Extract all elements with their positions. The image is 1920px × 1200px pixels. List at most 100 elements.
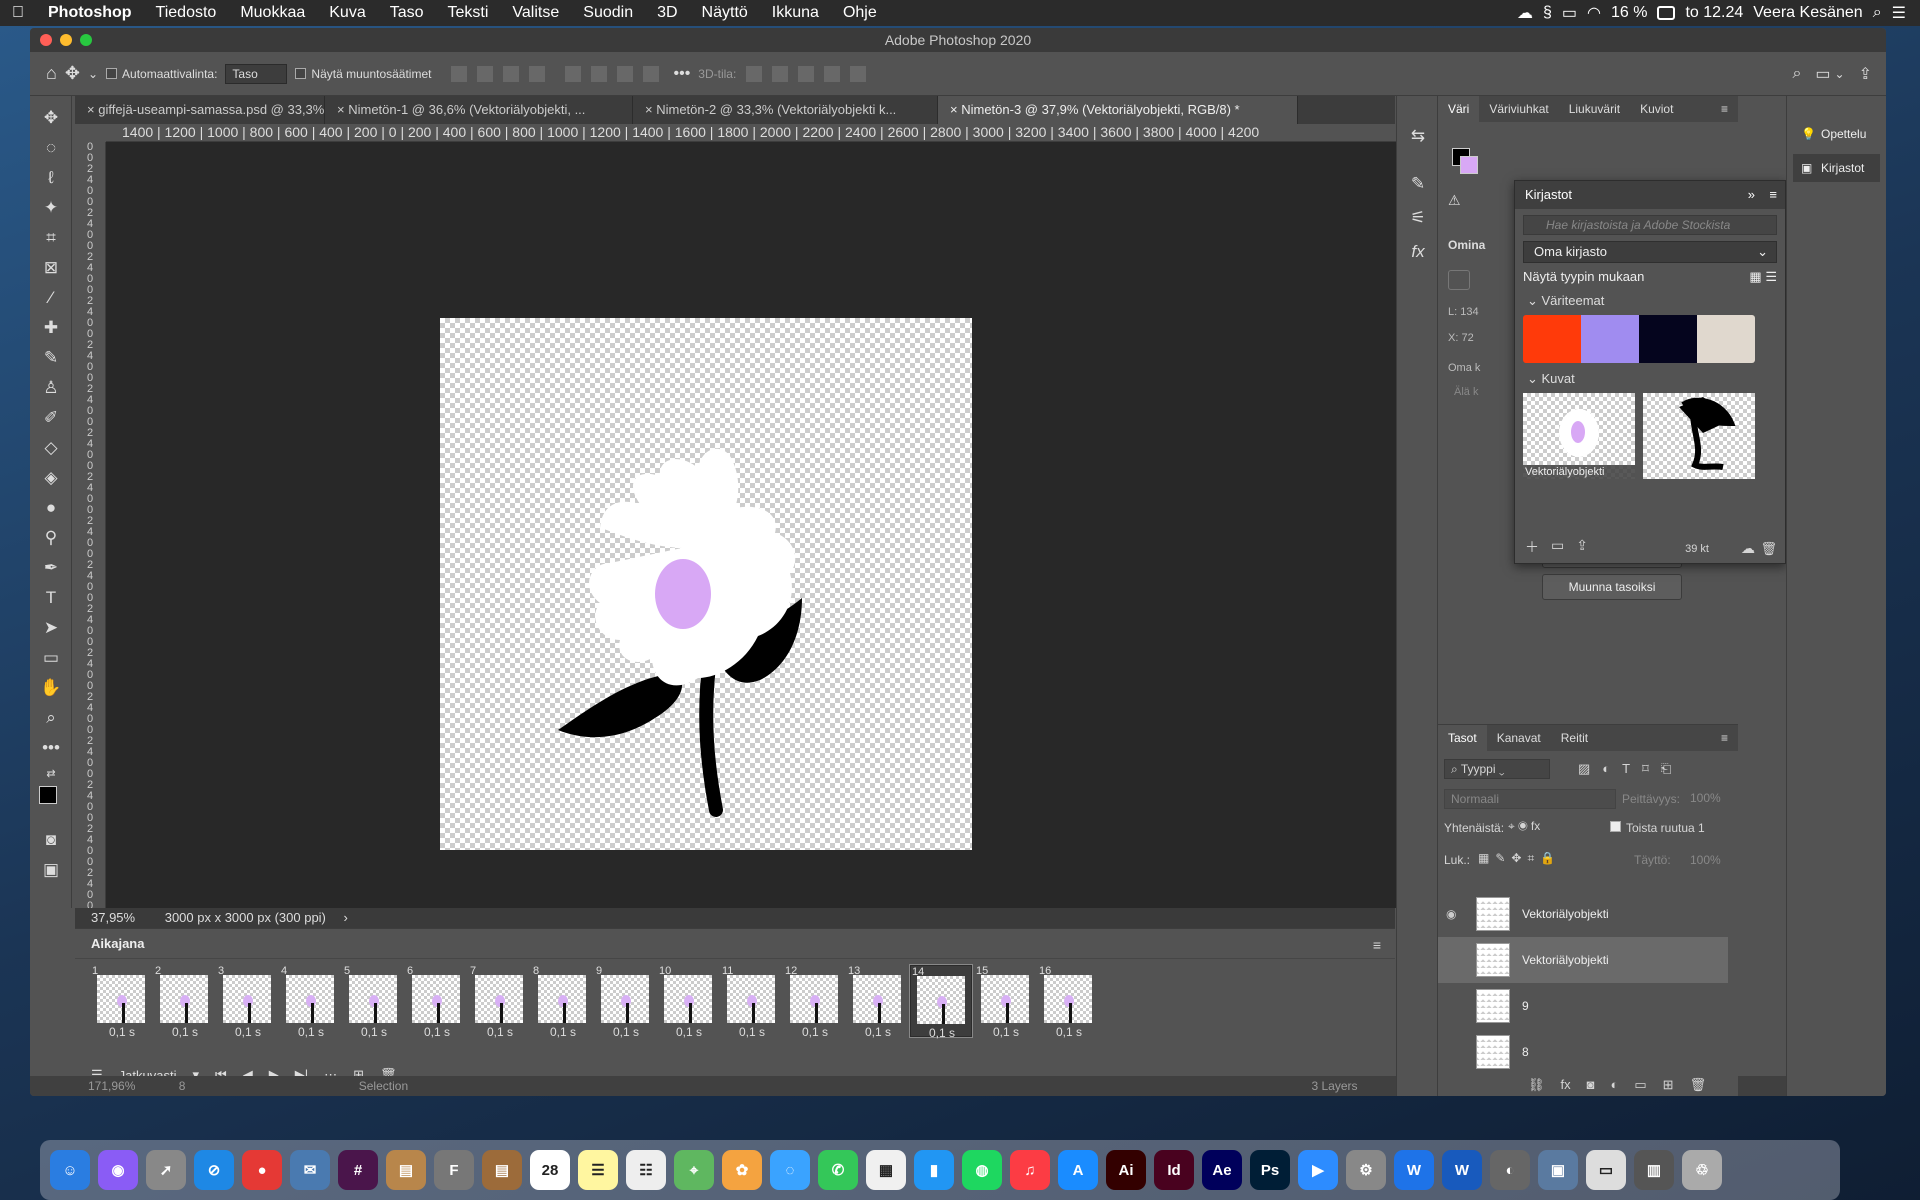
tab-document-4[interactable]: × Nimetön-3 @ 37,9% (Vektoriälyobjekti, … bbox=[938, 96, 1298, 124]
tab-kanavat[interactable]: Kanavat bbox=[1487, 725, 1551, 751]
history-icon[interactable]: ⇆ bbox=[1404, 122, 1432, 150]
layer-name[interactable]: 8 bbox=[1522, 1045, 1529, 1059]
layer-filter-dropdown[interactable]: ⌕ Tyyppi ⌄ bbox=[1444, 759, 1550, 779]
hand-tool-icon[interactable]: ✋ bbox=[37, 674, 65, 702]
move-tool-icon[interactable]: ✥ bbox=[37, 104, 65, 132]
fx-icon[interactable]: fx bbox=[1404, 238, 1432, 266]
frame-duration[interactable]: 0,1 s bbox=[676, 1025, 702, 1039]
menu-nayt[interactable]: Näyttö bbox=[690, 0, 760, 26]
marquee-tool-icon[interactable]: ◌ bbox=[37, 134, 65, 162]
menu-3d[interactable]: 3D bbox=[645, 0, 689, 26]
swap-colors-icon[interactable]: ⇄ bbox=[37, 764, 65, 782]
add-icon[interactable]: ＋ bbox=[1525, 537, 1539, 557]
timeline-frame[interactable]: 13 0,1 s bbox=[847, 965, 907, 1039]
timeline-frame[interactable]: 14 0,1 s bbox=[909, 964, 973, 1040]
orbit-3d-icon[interactable] bbox=[746, 65, 763, 82]
collapse-icon[interactable]: » bbox=[1748, 181, 1755, 209]
dock-app-icon[interactable]: ⊘ bbox=[194, 1150, 234, 1190]
libraries-menu-icon[interactable]: ≡ bbox=[1769, 181, 1777, 209]
timeline-frame[interactable]: 8 0,1 s bbox=[532, 965, 592, 1039]
dock-app-icon[interactable]: ▤ bbox=[386, 1150, 426, 1190]
dock-app-icon[interactable]: ▦ bbox=[866, 1150, 906, 1190]
dock-app-icon[interactable]: W bbox=[1442, 1150, 1482, 1190]
dock-app-icon[interactable]: ⌖ bbox=[674, 1150, 714, 1190]
lock-icons[interactable]: ▦✎✥⌗🔒 bbox=[1478, 851, 1561, 866]
dock-app-icon[interactable]: Ps bbox=[1250, 1150, 1290, 1190]
tab-vari[interactable]: Väri bbox=[1438, 96, 1480, 122]
rectangle-tool-icon[interactable]: ▭ bbox=[37, 644, 65, 672]
slide-3d-icon[interactable] bbox=[824, 65, 841, 82]
opacity-value[interactable]: 100% bbox=[1690, 791, 1721, 805]
tab-variviuhkat[interactable]: Väriviuhkat bbox=[1479, 96, 1558, 122]
trash-icon[interactable]: 🗑 bbox=[1760, 541, 1777, 557]
libraries-panel-button[interactable]: ▣ Kirjastot bbox=[1793, 154, 1880, 182]
frame-duration[interactable]: 0,1 s bbox=[235, 1025, 261, 1039]
tab-document-2[interactable]: × Nimetön-1 @ 36,6% (Vektoriälyobjekti, … bbox=[325, 96, 633, 124]
link-icon[interactable] bbox=[1448, 270, 1470, 290]
zoom-tool-icon[interactable]: ⌕ bbox=[37, 704, 65, 732]
eye-icon[interactable]: ◉ bbox=[1446, 907, 1460, 921]
dock-app-icon[interactable]: ▤ bbox=[482, 1150, 522, 1190]
new-layer-icon[interactable]: ⊞ bbox=[1663, 1077, 1674, 1093]
eyedropper-icon[interactable]: ⁄ bbox=[37, 284, 65, 312]
dock-app-icon[interactable]: ✆ bbox=[818, 1150, 858, 1190]
distribute-vertical-icon[interactable] bbox=[643, 65, 660, 82]
dock-app-icon[interactable]: # bbox=[338, 1150, 378, 1190]
dock-app-icon[interactable]: Id bbox=[1154, 1150, 1194, 1190]
dock-app-icon[interactable]: ☰ bbox=[578, 1150, 618, 1190]
learn-panel-button[interactable]: 💡 Opettelu bbox=[1793, 120, 1880, 148]
frame-duration[interactable]: 0,1 s bbox=[550, 1025, 576, 1039]
color-swatches[interactable] bbox=[37, 784, 65, 824]
paint-bucket-icon[interactable]: ◈ bbox=[37, 464, 65, 492]
status-chevron-icon[interactable]: › bbox=[344, 910, 348, 925]
timeline-frame[interactable]: 5 0,1 s bbox=[343, 965, 403, 1039]
menu-valitse[interactable]: Valitse bbox=[500, 0, 571, 26]
dock-app-icon[interactable]: F bbox=[434, 1150, 474, 1190]
group-icon[interactable]: ▭ bbox=[1634, 1077, 1646, 1093]
convert-to-layers-button[interactable]: Muunna tasoiksi bbox=[1542, 574, 1682, 600]
frame-duration[interactable]: 0,1 s bbox=[424, 1025, 450, 1039]
path-selection-icon[interactable]: ➤ bbox=[37, 614, 65, 642]
timeline-frame[interactable]: 3 0,1 s bbox=[217, 965, 277, 1039]
dock-app-icon[interactable]: ▮ bbox=[914, 1150, 954, 1190]
swatch-2[interactable] bbox=[1581, 315, 1639, 363]
frame-duration[interactable]: 0,1 s bbox=[1056, 1025, 1082, 1039]
layer-name[interactable]: Vektoriälyobjekti bbox=[1522, 953, 1609, 967]
adjustments-icon[interactable]: ⚟ bbox=[1404, 204, 1432, 232]
layer-row-selected[interactable]: Vektoriälyobjekti bbox=[1438, 937, 1728, 983]
apple-icon[interactable]:  bbox=[0, 0, 36, 26]
visibility-toggle[interactable] bbox=[1446, 999, 1460, 1013]
list-view-icon[interactable]: ☰ bbox=[1765, 269, 1777, 284]
frame-duration[interactable]: 0,1 s bbox=[109, 1025, 135, 1039]
document-canvas[interactable] bbox=[440, 318, 972, 850]
menu-kuva[interactable]: Kuva bbox=[317, 0, 377, 26]
color-panel-menu-icon[interactable]: ≡ bbox=[1711, 96, 1738, 122]
dock-app-icon[interactable]: ◍ bbox=[962, 1150, 1002, 1190]
zoom-level[interactable]: 37,95% bbox=[91, 910, 135, 925]
tab-document-1[interactable]: × giffejä-useampi-samassa.psd @ 33,3% (.… bbox=[75, 96, 325, 124]
menu-teksti[interactable]: Teksti bbox=[436, 0, 501, 26]
canvas-area[interactable] bbox=[106, 142, 1396, 908]
fill-value[interactable]: 100% bbox=[1690, 853, 1721, 867]
show-transform-checkbox[interactable] bbox=[295, 68, 307, 79]
filter-type-icon[interactable]: T bbox=[1622, 761, 1630, 777]
drag-3d-icon[interactable] bbox=[798, 65, 815, 82]
menu-tiedosto[interactable]: Tiedosto bbox=[144, 0, 229, 26]
menu-photoshop[interactable]: Photoshop bbox=[36, 0, 144, 26]
type-tool-icon[interactable]: T bbox=[37, 584, 65, 612]
align-right-icon[interactable] bbox=[503, 65, 520, 82]
dock-app-icon[interactable]: ▭ bbox=[1586, 1150, 1626, 1190]
tab-liukuvarit[interactable]: Liukuvärit bbox=[1559, 96, 1630, 122]
dock-app-icon[interactable]: ✉ bbox=[290, 1150, 330, 1190]
more-tools-icon[interactable]: ••• bbox=[37, 734, 65, 762]
magic-wand-icon[interactable]: ✦ bbox=[37, 194, 65, 222]
stamp-tool-icon[interactable]: ♙ bbox=[37, 374, 65, 402]
close-icon[interactable]: × bbox=[337, 102, 348, 117]
upload-icon[interactable]: ⇪ bbox=[1576, 537, 1588, 557]
menu-ikkuna[interactable]: Ikkuna bbox=[760, 0, 831, 26]
dock-app-icon[interactable]: ☷ bbox=[626, 1150, 666, 1190]
layer-name[interactable]: Vektoriälyobjekti bbox=[1522, 907, 1609, 921]
dock-app-icon[interactable]: ▥ bbox=[1634, 1150, 1674, 1190]
menu-taso[interactable]: Taso bbox=[378, 0, 436, 26]
dock-app-icon[interactable]: ⚙ bbox=[1346, 1150, 1386, 1190]
